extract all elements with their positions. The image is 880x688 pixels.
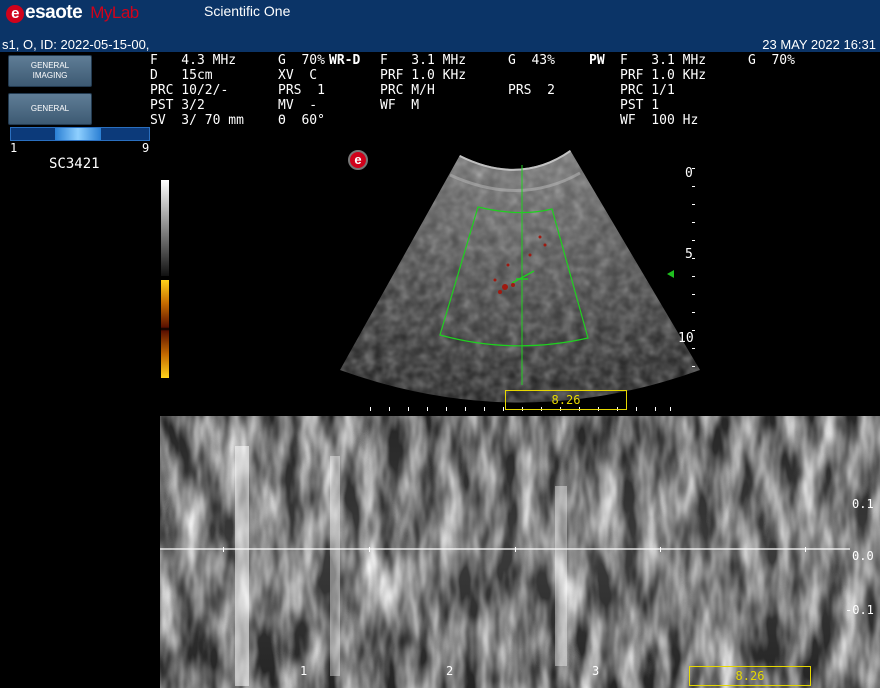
- esaote-e-icon: e: [348, 150, 368, 170]
- wrd-params-col1: F 3.1 MHz PRF 1.0 KHz PRC M/H WF M: [380, 53, 467, 113]
- spectrum-measure-box[interactable]: 8.26: [689, 666, 811, 686]
- time-label-3: 3: [592, 664, 600, 678]
- preset-scale-slider[interactable]: [10, 127, 150, 141]
- pw-params-col2: G 70%: [748, 53, 795, 68]
- brand-my: My: [90, 3, 112, 22]
- preset-general-imaging-button[interactable]: GENERAL IMAGING: [8, 55, 92, 87]
- pw-params-col1: F 3.1 MHz PRF 1.0 KHz PRC 1/1 PST 1 WF 1…: [620, 53, 707, 128]
- velocity-label-zero: 0.0: [852, 549, 874, 563]
- depth-scale: [692, 168, 695, 367]
- scale-max-label: 9: [142, 141, 150, 155]
- exam-datetime: 23 MAY 2022 16:31: [762, 37, 876, 52]
- depth-label-0: 0: [685, 166, 693, 181]
- depth-label-5: 5: [685, 247, 693, 262]
- wrd-label: WR-D: [329, 53, 361, 68]
- pw-doppler-spectrum[interactable]: [160, 416, 880, 688]
- preset-general-button[interactable]: GENERAL: [8, 93, 92, 125]
- preset1-label-line1: GENERAL: [30, 61, 70, 70]
- bmode-sector: [340, 150, 700, 403]
- bmode-measure-box[interactable]: 8.26: [505, 390, 627, 410]
- focus-marker-icon[interactable]: [667, 270, 674, 278]
- color-flow-map-bar: [161, 280, 169, 378]
- scale-slider-thumb[interactable]: [55, 128, 101, 140]
- patient-id: s1, O, ID: 2022-05-15-00,: [2, 37, 150, 52]
- probe-name: SC3421: [49, 156, 100, 172]
- depth-label-10: 10: [678, 331, 694, 346]
- velocity-label-pos: 0.1: [852, 497, 874, 511]
- scale-min-label: 1: [10, 141, 18, 155]
- top-bar: e esaote MyLab Scientific One s1, O, ID: 2…: [0, 0, 880, 52]
- esaote-e-icon: e: [6, 5, 24, 23]
- time-label-1: 1: [300, 664, 308, 678]
- preset1-label-line2: IMAGING: [32, 71, 68, 80]
- time-label-2: 2: [446, 664, 454, 678]
- app-title: Scientific One: [204, 3, 291, 19]
- brand-text: esaote: [25, 2, 83, 23]
- velocity-label-neg: -0.1: [845, 603, 874, 617]
- grayscale-map-bar: [161, 180, 169, 276]
- bmode-image[interactable]: [330, 145, 710, 415]
- bmode-params-col1: F 4.3 MHz D 15cm PRC 10/2/- PST 3/2 SV 3…: [150, 53, 244, 128]
- preset2-label: GENERAL: [30, 104, 70, 113]
- brand-lab: Lab: [111, 3, 139, 22]
- pw-label: PW: [589, 53, 605, 68]
- esaote-mylab-logo: e esaote MyLab: [6, 2, 139, 24]
- bmode-params-col2: G 70% XV C PRS 1 MV - Θ 60°: [278, 53, 325, 128]
- wrd-params-col2: G 43% PRS 2: [508, 53, 555, 98]
